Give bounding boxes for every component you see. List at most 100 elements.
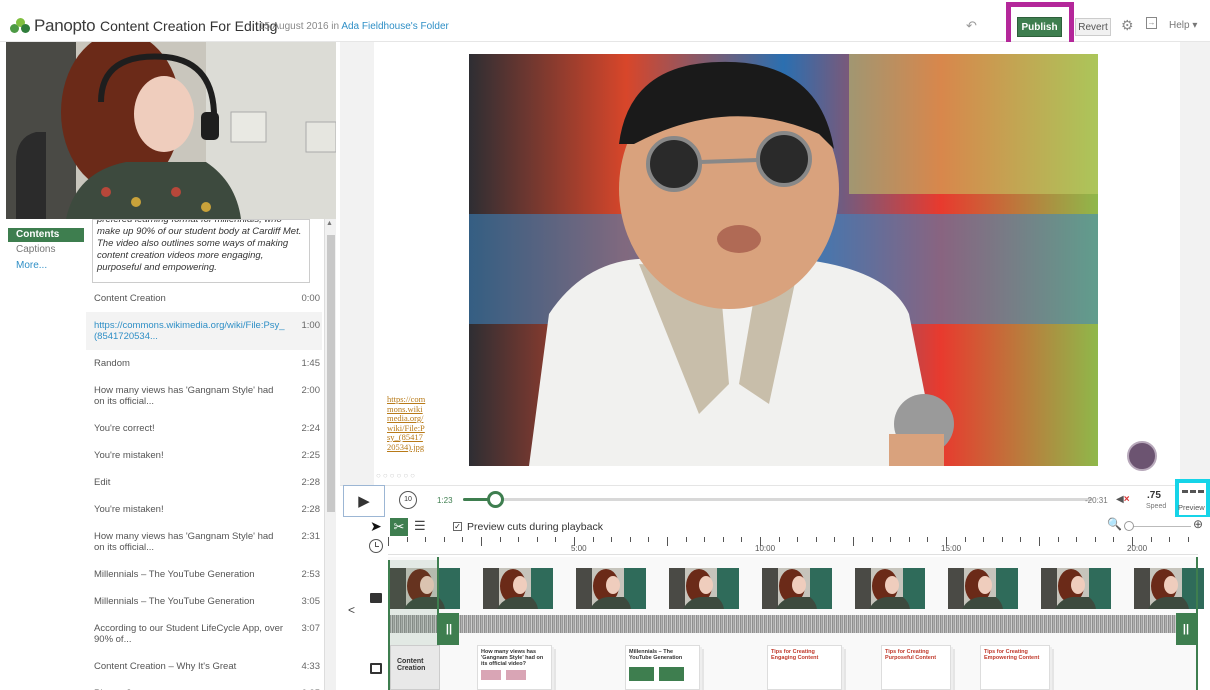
publish-button[interactable]: Publish <box>1017 17 1062 37</box>
zoom-slider[interactable] <box>1125 526 1191 527</box>
nav-captions[interactable]: Captions <box>8 242 84 258</box>
rewind-10-icon[interactable]: 10 <box>399 491 417 509</box>
entry-title: Millennials – The YouTube Generation <box>94 569 255 580</box>
contents-entry[interactable]: Edit 2:28 <box>86 469 322 496</box>
slide-thumbnail-box <box>506 670 527 680</box>
ruler-tick <box>443 537 445 542</box>
entry-time: 3:05 <box>301 596 321 607</box>
contents-entry[interactable]: Content Creation – Why It's Great 4:33 <box>86 653 322 680</box>
slide-thumbnail[interactable]: Content Creation <box>390 645 440 690</box>
ruler-tick <box>983 537 985 542</box>
contents-entry[interactable]: You're mistaken! 2:25 <box>86 442 322 469</box>
edit-end-handle[interactable]: || <box>1176 613 1196 645</box>
revert-button[interactable]: Revert <box>1075 18 1111 36</box>
help-menu[interactable]: Help ▾ <box>1169 20 1197 31</box>
contents-entry[interactable]: According to our Student LifeCycle App, … <box>86 615 322 653</box>
slide-thumbnail-box <box>481 670 501 680</box>
scrollbar-thumb[interactable] <box>327 235 335 512</box>
contents-entry[interactable]: Millennials – The YouTube Generation 3:05 <box>86 588 322 615</box>
contents-entry[interactable]: You're correct! 2:24 <box>86 415 322 442</box>
slide-thumbnail-title: Millennials – The YouTube Generation <box>629 649 683 661</box>
slide-thumbnail[interactable]: Tips for Creating Purposeful Content <box>881 645 951 690</box>
preview-icon[interactable] <box>1182 490 1204 494</box>
nav-more[interactable]: More... <box>8 258 84 274</box>
entry-title: You're correct! <box>94 423 155 434</box>
ruler-tick <box>611 537 613 542</box>
scroll-up-icon[interactable]: ▲ <box>326 220 333 227</box>
video-margin-right <box>1180 42 1210 485</box>
ruler-tick <box>871 537 873 542</box>
contents-entry[interactable]: Millennials – The YouTube Generation 2:53 <box>86 561 322 588</box>
video-margin-left <box>340 42 374 485</box>
preview-cuts-checkbox[interactable]: ✓ <box>453 522 462 531</box>
contents-entry[interactable]: You're mistaken! 2:28 <box>86 496 322 523</box>
contents-entry[interactable]: https://commons.wikimedia.org/wiki/File:… <box>86 312 322 350</box>
mute-icon[interactable]: ◀× <box>1116 494 1130 505</box>
ruler-tick <box>536 537 538 542</box>
panopto-logo[interactable]: Panopto <box>10 16 96 36</box>
zoom-out-icon[interactable]: 🔍 <box>1107 517 1122 531</box>
ruler-tick <box>908 537 910 542</box>
slide-thumbnail[interactable]: Tips for Creating Engaging Content <box>767 645 842 690</box>
entry-time: 4:33 <box>301 661 321 672</box>
clock-icon <box>369 539 383 553</box>
play-button[interactable]: ▶ <box>343 485 385 517</box>
slide-thumbnail-title: Tips for Creating Purposeful Content <box>885 649 937 661</box>
preview-label[interactable]: Preview <box>1178 503 1205 512</box>
ruler-tick <box>797 537 799 542</box>
slide-thumbnail[interactable]: Millennials – The YouTube Generation <box>625 645 700 690</box>
timeline-ruler[interactable]: 5:00 10:00 15:00 20:00 <box>388 537 1198 555</box>
ruler-tick <box>518 537 520 542</box>
zoom-in-icon[interactable]: ⊕ <box>1193 517 1203 531</box>
contents-entry[interactable]: Picture 36:25 <box>86 680 322 690</box>
entry-title: Content Creation – Why It's Great <box>94 661 237 672</box>
entry-time: 2:24 <box>301 423 321 434</box>
current-time: 1:23 <box>437 496 453 505</box>
ruler-tick <box>890 537 892 542</box>
ruler-tick <box>1020 537 1022 542</box>
list-icon[interactable]: ☰ <box>414 518 426 534</box>
seek-bar[interactable] <box>463 498 1093 501</box>
zoom-slider-handle[interactable] <box>1124 521 1134 531</box>
entry-time: 2:31 <box>301 531 321 542</box>
slide-video[interactable] <box>469 54 1098 466</box>
audio-waveform[interactable] <box>388 615 1198 633</box>
speed-value[interactable]: .75 <box>1147 490 1161 501</box>
gear-icon[interactable]: ⚙ <box>1121 17 1134 34</box>
contents-entry[interactable]: Random 1:45 <box>86 350 322 377</box>
video-thumbnail <box>576 568 646 609</box>
ruler-tick <box>1113 537 1115 542</box>
contents-entry[interactable]: How many views has 'Gangnam Style' had o… <box>86 377 322 415</box>
slide-thumbnail[interactable]: How many views has 'Gangnam Style' had o… <box>477 645 552 690</box>
seek-handle[interactable] <box>486 491 504 508</box>
entry-title: Random <box>94 358 130 369</box>
ruler-tick <box>685 537 687 542</box>
nav-contents[interactable]: Contents <box>8 228 84 242</box>
pointer-tool-icon[interactable]: ➤ <box>370 518 382 535</box>
contents-scrollbar[interactable]: ▲ <box>324 219 336 690</box>
slide-source-link[interactable]: https://commons.wikimedia.org/wiki/File:… <box>387 394 427 452</box>
ruler-tick <box>499 537 501 542</box>
collapse-arrow-icon[interactable]: < <box>348 603 355 617</box>
contents-entry[interactable]: How many views has 'Gangnam Style' had o… <box>86 523 322 561</box>
video-thumbnail <box>762 568 832 609</box>
scissors-icon[interactable]: ✂ <box>390 518 408 536</box>
ruler-tick <box>741 537 743 542</box>
slide-nav-icons[interactable]: ○○○○○○ <box>376 471 417 480</box>
ruler-tick <box>1076 537 1078 542</box>
exit-icon[interactable]: → <box>1146 17 1157 29</box>
undo-icon[interactable]: ↶ <box>966 18 977 34</box>
help-label: Help <box>1169 20 1190 31</box>
entry-time: 1:45 <box>301 358 321 369</box>
slide-thumbnail[interactable]: Tips for Creating Empowering Content <box>980 645 1050 690</box>
ruler-tick <box>704 537 706 542</box>
entry-time: 3:07 <box>301 623 321 634</box>
ruler-tick <box>964 537 966 542</box>
edit-start-handle[interactable]: || <box>439 613 459 645</box>
session-title: Content Creation For Editing <box>100 18 278 34</box>
contents-entry[interactable]: Content Creation 0:00 <box>86 285 322 312</box>
ruler-tick <box>1094 537 1096 542</box>
slide-thumbnail-title: Tips for Creating Engaging Content <box>771 649 819 661</box>
folder-link[interactable]: Ada Fieldhouse's Folder <box>341 21 449 32</box>
video-thumbnail <box>948 568 1018 609</box>
